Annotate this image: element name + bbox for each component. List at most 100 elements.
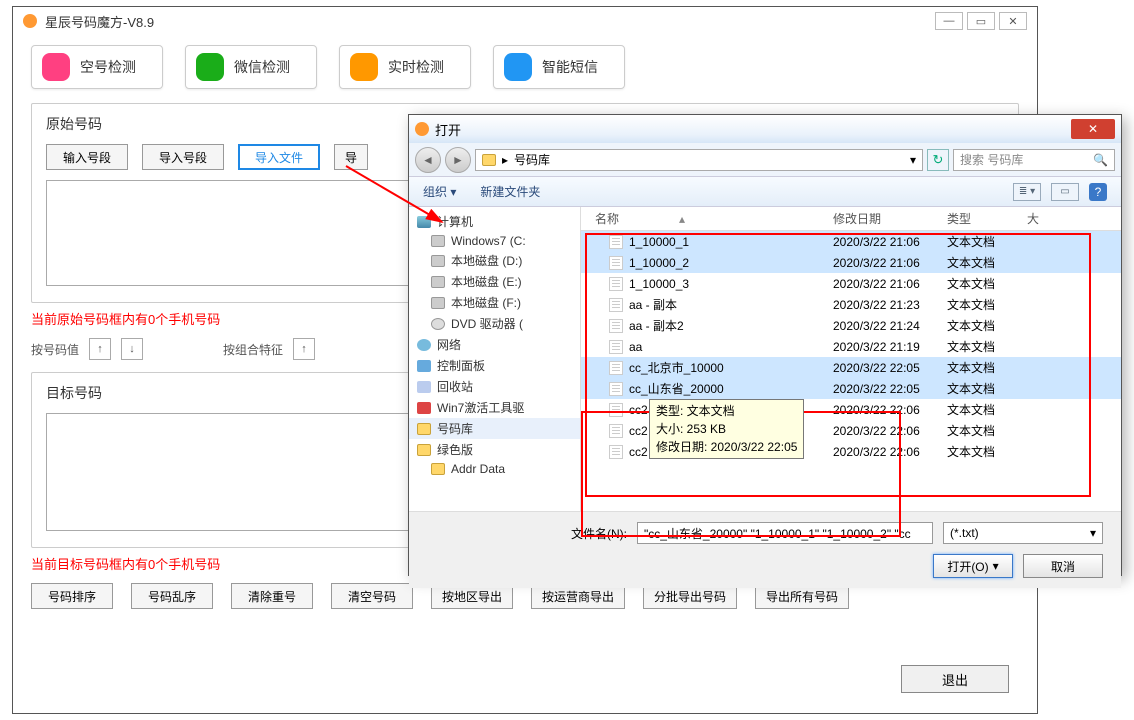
- organize-menu[interactable]: 组织 ▾: [423, 183, 456, 200]
- folder-tree[interactable]: 计算机Windows7 (C:本地磁盘 (D:)本地磁盘 (E:)本地磁盘 (F…: [409, 207, 581, 511]
- file-icon: [609, 340, 623, 354]
- exit-button[interactable]: 退出: [901, 665, 1009, 693]
- folder-icon: [482, 154, 496, 166]
- tree-item-icon: [431, 255, 445, 267]
- tree-item[interactable]: 本地磁盘 (D:): [409, 250, 580, 271]
- file-icon: [609, 298, 623, 312]
- file-row[interactable]: aa - 副本22020/3/22 21:24文本文档: [581, 315, 1121, 336]
- dialog-toolbar: 组织 ▾ 新建文件夹 ≣ ▾ ▭ ?: [409, 177, 1121, 207]
- search-placeholder: 搜索 号码库: [960, 151, 1023, 168]
- minimize-button[interactable]: —: [935, 12, 963, 30]
- search-input[interactable]: 搜索 号码库 🔍: [953, 149, 1115, 171]
- btn-import-segment[interactable]: 导入号段: [142, 144, 224, 170]
- file-row[interactable]: aa - 副本2020/3/22 21:23文本文档: [581, 294, 1121, 315]
- tree-item[interactable]: Win7激活工具驱: [409, 397, 580, 418]
- tree-item-icon: [431, 235, 445, 247]
- file-row[interactable]: 1_10000_22020/3/22 21:06文本文档: [581, 252, 1121, 273]
- sort-up-button[interactable]: ↑: [89, 338, 111, 360]
- btn-import-trunc[interactable]: 导: [334, 144, 368, 170]
- file-row[interactable]: cc_山东省_200002020/3/22 22:05文本文档: [581, 378, 1121, 399]
- file-open-dialog: 打开 ✕ ◄ ► ▸ 号码库 ▾ ↻ 搜索 号码库 🔍 组织 ▾ 新建文件夹 ≣…: [408, 114, 1122, 576]
- address-bar[interactable]: ▸ 号码库 ▾: [475, 149, 923, 171]
- tree-item-icon: [431, 463, 445, 475]
- file-icon: [609, 424, 623, 438]
- tree-item-icon: [431, 297, 445, 309]
- sms-icon: [504, 53, 532, 81]
- tree-item-icon: [417, 216, 431, 228]
- tree-item[interactable]: 本地磁盘 (E:): [409, 271, 580, 292]
- help-icon[interactable]: ?: [1089, 183, 1107, 201]
- filename-input[interactable]: [637, 522, 933, 544]
- tree-item-icon: [417, 444, 431, 456]
- breadcrumb: 号码库: [514, 151, 550, 168]
- tree-item-icon: [417, 381, 431, 393]
- btn-input-segment[interactable]: 输入号段: [46, 144, 128, 170]
- file-row[interactable]: cc_北京市_100002020/3/22 22:05文本文档: [581, 357, 1121, 378]
- btn-dedupe[interactable]: 清除重号: [231, 583, 313, 609]
- btn-smart-sms[interactable]: 智能短信: [493, 45, 625, 89]
- btn-wechat-check[interactable]: 微信检测: [185, 45, 317, 89]
- app-title: 星辰号码魔方-V8.9: [45, 12, 154, 31]
- maximize-button[interactable]: ▭: [967, 12, 995, 30]
- file-icon: [609, 445, 623, 459]
- dialog-titlebar[interactable]: 打开 ✕: [409, 115, 1121, 143]
- btn-empty-check[interactable]: 空号检测: [31, 45, 163, 89]
- dialog-close-button[interactable]: ✕: [1071, 119, 1115, 139]
- list-header[interactable]: 名称▴ 修改日期 类型 大: [581, 207, 1121, 231]
- nav-fwd-button[interactable]: ►: [445, 147, 471, 173]
- col-type[interactable]: 类型: [947, 207, 1027, 230]
- open-button[interactable]: 打开(O)▾: [933, 554, 1013, 578]
- file-icon: [609, 361, 623, 375]
- close-button[interactable]: ✕: [999, 12, 1027, 30]
- btn-shuffle[interactable]: 号码乱序: [131, 583, 213, 609]
- tree-item[interactable]: 控制面板: [409, 355, 580, 376]
- label-by-number: 按号码值: [31, 341, 79, 358]
- btn-realtime-check[interactable]: 实时检测: [339, 45, 471, 89]
- preview-pane-button[interactable]: ▭: [1051, 183, 1079, 201]
- tree-item[interactable]: 回收站: [409, 376, 580, 397]
- dialog-navbar: ◄ ► ▸ 号码库 ▾ ↻ 搜索 号码库 🔍: [409, 143, 1121, 177]
- refresh-button[interactable]: ↻: [927, 149, 949, 171]
- dialog-icon: [415, 122, 429, 136]
- btn-import-file[interactable]: 导入文件: [238, 144, 320, 170]
- file-icon: [609, 382, 623, 396]
- tree-item[interactable]: Addr Data: [409, 460, 580, 478]
- dialog-title: 打开: [435, 120, 461, 139]
- titlebar: 星辰号码魔方-V8.9 — ▭ ✕: [13, 7, 1037, 35]
- view-mode-button[interactable]: ≣ ▾: [1013, 183, 1041, 201]
- new-folder-button[interactable]: 新建文件夹: [480, 183, 540, 200]
- file-row[interactable]: 1_10000_12020/3/22 21:06文本文档: [581, 231, 1121, 252]
- btn-clear[interactable]: 清空号码: [331, 583, 413, 609]
- tree-item-icon: [417, 360, 431, 372]
- file-row[interactable]: 1_10000_32020/3/22 21:06文本文档: [581, 273, 1121, 294]
- top-button-row: 空号检测 微信检测 实时检测 智能短信: [31, 45, 1019, 89]
- app-icon: [23, 14, 37, 28]
- col-name[interactable]: 名称▴: [581, 207, 833, 230]
- tree-item-icon: [417, 423, 431, 435]
- tree-item[interactable]: 计算机: [409, 211, 580, 232]
- cancel-button[interactable]: 取消: [1023, 554, 1103, 578]
- filetype-filter[interactable]: (*.txt)▾: [943, 522, 1103, 544]
- bubble-icon: [42, 53, 70, 81]
- file-row[interactable]: aa2020/3/22 21:19文本文档: [581, 336, 1121, 357]
- sort-down-button[interactable]: ↓: [121, 338, 143, 360]
- btn-sort[interactable]: 号码排序: [31, 583, 113, 609]
- tree-item[interactable]: 本地磁盘 (F:): [409, 292, 580, 313]
- file-list: 名称▴ 修改日期 类型 大 1_10000_12020/3/22 21:06文本…: [581, 207, 1121, 511]
- file-icon: [609, 403, 623, 417]
- tree-item[interactable]: Windows7 (C:: [409, 232, 580, 250]
- tree-item[interactable]: 网络: [409, 334, 580, 355]
- file-tooltip: 类型: 文本文档 大小: 253 KB 修改日期: 2020/3/22 22:0…: [649, 399, 804, 459]
- tree-item-icon: [417, 339, 431, 351]
- tree-item[interactable]: 绿色版: [409, 439, 580, 460]
- col-date[interactable]: 修改日期: [833, 207, 947, 230]
- tree-item-icon: [431, 318, 445, 330]
- combo-up-button[interactable]: ↑: [293, 338, 315, 360]
- nav-back-button[interactable]: ◄: [415, 147, 441, 173]
- label-by-combo: 按组合特征: [223, 341, 283, 358]
- file-icon: [609, 277, 623, 291]
- col-size[interactable]: 大: [1027, 207, 1057, 230]
- tree-item[interactable]: 号码库: [409, 418, 580, 439]
- tree-item[interactable]: DVD 驱动器 (: [409, 313, 580, 334]
- clock-icon: [350, 53, 378, 81]
